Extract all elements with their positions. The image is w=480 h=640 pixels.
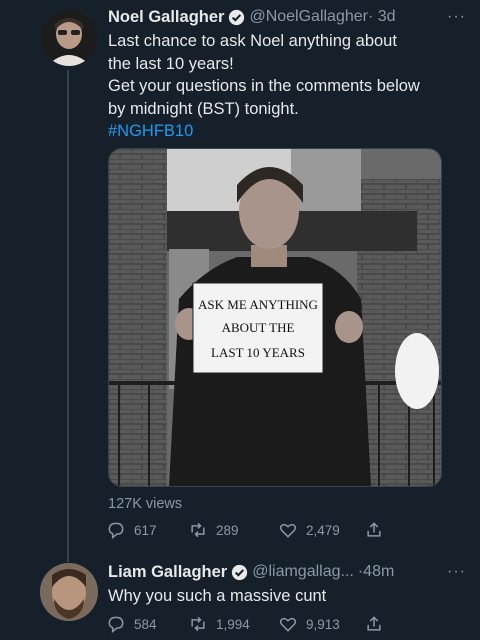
tweet-header: Noel Gallagher @NoelGallagher · 3d bbox=[108, 6, 468, 28]
tweet-text-line: Get your questions in the comments below bbox=[108, 77, 420, 95]
tweet-text-line: Last chance to ask Noel anything about bbox=[108, 32, 397, 50]
author-name[interactable]: Noel Gallagher bbox=[108, 8, 224, 27]
retweet-icon bbox=[191, 616, 205, 632]
reply-icon bbox=[108, 522, 124, 540]
retweet-icon bbox=[191, 522, 205, 538]
like-button[interactable]: 2,479 bbox=[278, 520, 364, 540]
sign-text: LAST 10 YEARS bbox=[211, 345, 305, 360]
reply-count: 617 bbox=[134, 522, 157, 538]
view-count: 127K views bbox=[108, 496, 183, 512]
retweet-count: 289 bbox=[216, 522, 239, 538]
heart-icon bbox=[279, 617, 297, 632]
share-icon bbox=[367, 616, 381, 631]
avatar[interactable] bbox=[40, 563, 98, 621]
tweet-text-line: by midnight (BST) tonight. bbox=[108, 99, 299, 118]
verified-badge-icon bbox=[228, 9, 245, 26]
tweet-text: Why you such a massive cunt bbox=[108, 587, 327, 605]
reply-icon bbox=[108, 616, 124, 634]
sign-text: ASK ME ANYTHING bbox=[198, 297, 318, 312]
more-options-icon[interactable]: ··· bbox=[447, 563, 466, 581]
sign-text: ABOUT THE bbox=[222, 320, 295, 335]
tweet-liam[interactable]: Liam Gallagher @liamgallag... ·48m ··· W… bbox=[108, 561, 468, 608]
retweet-button[interactable]: 289 bbox=[188, 520, 278, 540]
like-button[interactable]: 9,913 bbox=[278, 614, 364, 634]
thread-connector-line bbox=[67, 70, 69, 562]
more-options-icon[interactable]: ··· bbox=[447, 8, 466, 26]
hashtag-link[interactable]: #NGHFB10 bbox=[108, 120, 468, 143]
reply-count: 584 bbox=[134, 616, 157, 632]
share-icon bbox=[367, 522, 381, 537]
like-count: 9,913 bbox=[306, 616, 340, 632]
tweet-header: Liam Gallagher @liamgallag... ·48m bbox=[108, 561, 468, 583]
share-button[interactable] bbox=[364, 614, 392, 634]
avatar[interactable] bbox=[41, 10, 97, 66]
tweet-actions: 584 1,994 9,913 bbox=[106, 614, 392, 634]
author-handle[interactable]: @NoelGallagher bbox=[249, 8, 368, 26]
tweet-photo[interactable]: ASK ME ANYTHING ABOUT THE LAST 10 YEARS bbox=[108, 148, 442, 487]
like-count: 2,479 bbox=[306, 522, 340, 538]
retweet-count: 1,994 bbox=[216, 616, 250, 632]
tweet-time[interactable]: ·48m bbox=[358, 563, 394, 581]
author-handle[interactable]: @liamgallag... bbox=[252, 563, 354, 581]
tweet-text-line: the last 10 years! bbox=[108, 54, 234, 73]
author-name[interactable]: Liam Gallagher bbox=[108, 563, 227, 582]
reply-button[interactable]: 617 bbox=[106, 520, 188, 540]
tweet-text: Last chance to ask Noel anything about t… bbox=[108, 30, 468, 143]
tweet-noel[interactable]: Noel Gallagher @NoelGallagher · 3d ··· L… bbox=[108, 6, 468, 143]
tweet-time[interactable]: · 3d bbox=[368, 8, 396, 26]
heart-icon bbox=[279, 523, 297, 538]
share-button[interactable] bbox=[364, 520, 392, 540]
verified-badge-icon bbox=[231, 564, 248, 581]
reply-button[interactable]: 584 bbox=[106, 614, 188, 634]
tweet-actions: 617 289 2,479 bbox=[106, 520, 392, 540]
retweet-button[interactable]: 1,994 bbox=[188, 614, 278, 634]
